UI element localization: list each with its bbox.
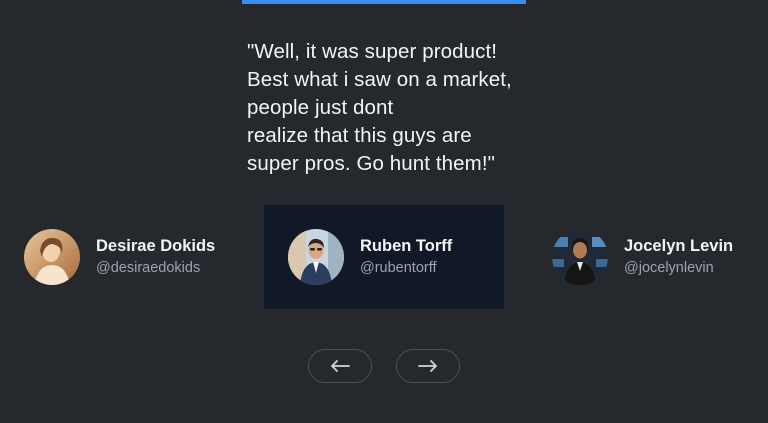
- author-handle: @jocelynlevin: [624, 260, 714, 276]
- testimonial-author-desirae[interactable]: Desirae Dokids @desiraedokids: [24, 229, 215, 285]
- avatar: [288, 229, 344, 285]
- avatar: [24, 229, 80, 285]
- author-name: Jocelyn Levin: [624, 237, 734, 255]
- arrow-right-icon: [418, 360, 437, 372]
- quote-line: realize that this guys are: [247, 124, 472, 147]
- quote-line: Best what i saw on a market,: [247, 68, 512, 91]
- arrow-left-icon: [331, 360, 350, 372]
- author-handle: @rubentorff: [360, 260, 437, 276]
- quote-line: people just dont: [247, 96, 394, 119]
- testimonial-quote: "Well, it was super product! Best what i…: [247, 38, 547, 178]
- next-button[interactable]: [396, 349, 460, 383]
- testimonial-author-jocelyn[interactable]: Jocelyn Levin @jocelynlevin: [552, 229, 733, 285]
- accent-bar: [242, 0, 526, 4]
- testimonial-section: "Well, it was super product! Best what i…: [0, 0, 768, 423]
- testimonial-author-ruben[interactable]: Ruben Torff @rubentorff: [288, 229, 452, 285]
- author-handle: @desiraedokids: [96, 260, 201, 276]
- quote-line: "Well, it was super product!: [247, 40, 498, 63]
- author-name: Desirae Dokids: [96, 237, 216, 255]
- quote-line: super pros. Go hunt them!": [247, 152, 496, 175]
- author-name: Ruben Torff: [360, 237, 453, 255]
- previous-button[interactable]: [308, 349, 372, 383]
- avatar: [552, 229, 608, 285]
